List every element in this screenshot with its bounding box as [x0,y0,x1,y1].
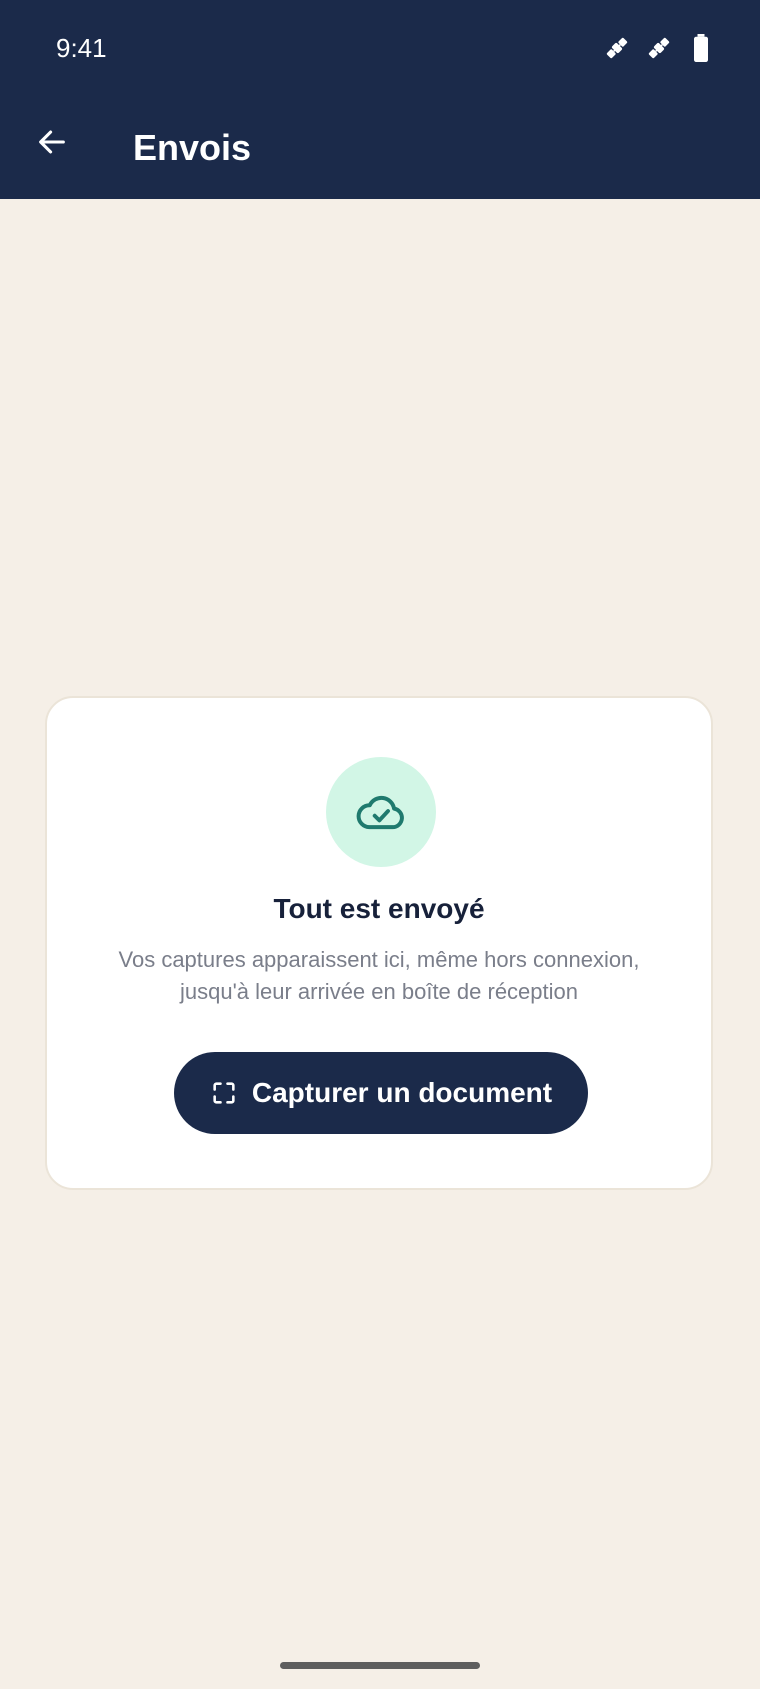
scan-frame-icon [210,1079,238,1107]
empty-state-title: Tout est envoyé [273,893,485,924]
empty-state-card: Tout est envoyé Vos captures apparaissen… [45,696,713,1190]
capture-document-button[interactable]: Capturer un document [174,1052,588,1134]
page-title: Envois [133,127,252,168]
back-button[interactable] [28,118,76,166]
arrow-left-icon [35,125,69,159]
satellite-icon [644,33,674,63]
capture-document-label: Capturer un document [251,1077,553,1108]
status-icons [602,30,716,66]
battery-icon [686,33,716,63]
empty-state-description: Vos captures apparaissent ici, même hors… [118,947,640,1004]
status-time: 9:41 [56,33,107,63]
cloud-check-icon [353,784,409,840]
status-badge [326,757,436,867]
app-header: 9:41 Envois [0,0,760,199]
home-indicator[interactable] [280,1662,480,1669]
satellite-icon [602,33,632,63]
